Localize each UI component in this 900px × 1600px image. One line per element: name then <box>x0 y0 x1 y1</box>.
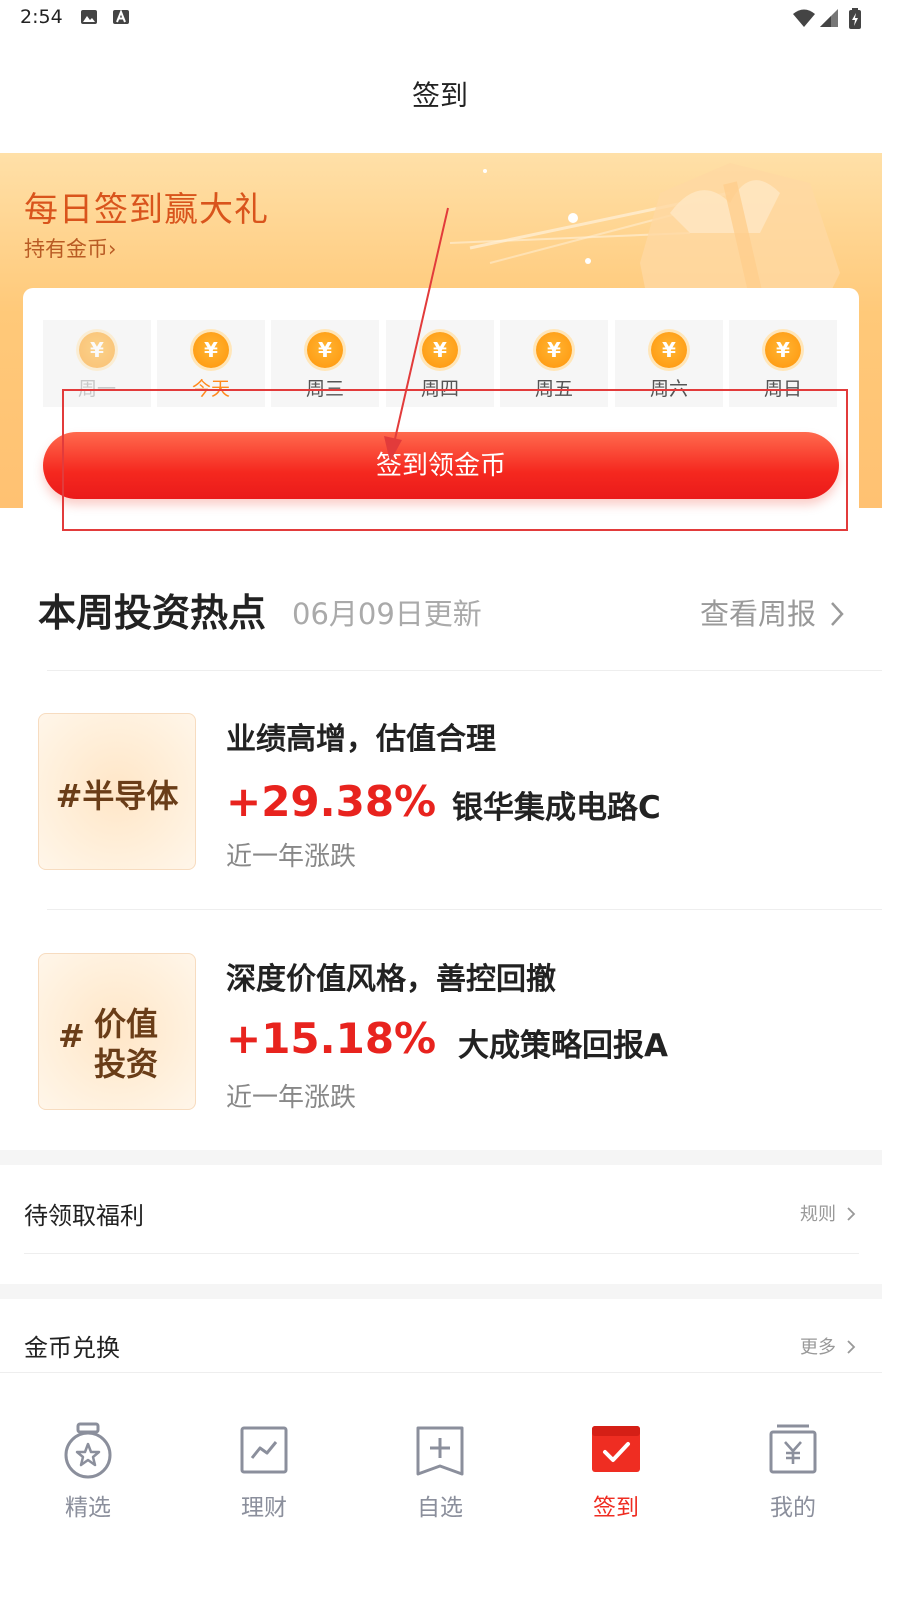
fund-return-rate: +29.38% <box>226 777 437 826</box>
section-separator <box>0 1150 882 1165</box>
more-link[interactable]: 更多 <box>800 1333 856 1359</box>
fund-name: 银华集成电路C <box>452 790 661 826</box>
coin-icon: ¥ <box>651 332 687 368</box>
more-link-label: 更多 <box>800 1337 836 1358</box>
coin-icon: ¥ <box>307 332 343 368</box>
wifi-icon <box>793 9 815 27</box>
status-time: 2:54 <box>20 6 63 28</box>
chevron-right-icon: › <box>108 237 117 261</box>
image-notification-icon <box>81 10 97 24</box>
coin-icon: ¥ <box>765 332 801 368</box>
chevron-right-icon <box>847 1340 856 1354</box>
coin-icon: ¥ <box>193 332 229 368</box>
fund-return-rate: +15.18% <box>226 1014 437 1063</box>
section-separator <box>0 1284 882 1299</box>
battery-charging-icon <box>849 8 861 29</box>
tag-hash: # <box>58 1017 85 1055</box>
tab-mine[interactable]: 我的 <box>733 1422 853 1522</box>
page-title: 签到 <box>411 79 468 112</box>
fund-slogan: 深度价值风格，善控回撤 <box>226 962 556 997</box>
calendar-check-icon <box>592 1426 640 1472</box>
coin-exchange-title: 金币兑换 <box>24 1334 120 1362</box>
divider <box>24 1253 859 1254</box>
tab-sign-in[interactable]: 签到 <box>556 1422 676 1522</box>
tab-label: 我的 <box>770 1495 816 1521</box>
chart-board-icon <box>240 1426 288 1474</box>
tab-label: 理财 <box>241 1495 287 1521</box>
fund-name: 大成策略回报A <box>458 1028 668 1064</box>
tab-label: 自选 <box>417 1495 463 1521</box>
tab-label: 精选 <box>65 1495 111 1521</box>
view-weekly-report-link[interactable]: 查看周报 <box>700 591 845 633</box>
tag-hash: # <box>55 777 83 815</box>
topic-tag-value-investing: # 价值 投资 <box>38 953 196 1110</box>
chevron-right-icon <box>847 1207 856 1221</box>
signal-icon <box>820 9 838 27</box>
status-bar: 2:54 <box>0 0 900 36</box>
medal-star-icon <box>64 1422 112 1479</box>
view-weekly-report-label: 查看周报 <box>700 597 817 631</box>
topic-tag-semiconductor: #半导体 <box>38 713 196 870</box>
chevron-right-icon <box>831 602 844 626</box>
fund-slogan: 业绩高增，估值合理 <box>226 722 496 757</box>
fund-return-caption: 近一年涨跌 <box>226 1083 357 1113</box>
hot-section-date: 06月09日更新 <box>292 597 482 631</box>
tag-label-line2: 投资 <box>94 1045 159 1083</box>
tag-label: 半导体 <box>82 777 179 815</box>
add-bookmark-icon <box>416 1426 464 1476</box>
rules-link[interactable]: 规则 <box>800 1200 856 1226</box>
tab-watchlist[interactable]: 自选 <box>380 1422 500 1522</box>
banner-title: 每日签到赢大礼 <box>24 190 269 230</box>
tab-wealth[interactable]: 理财 <box>204 1422 324 1522</box>
tab-featured[interactable]: 精选 <box>28 1422 148 1522</box>
coin-icon: ¥ <box>536 332 572 368</box>
coins-held-label: 持有金币 <box>24 237 108 261</box>
fund-return-caption: 近一年涨跌 <box>226 842 357 872</box>
yen-wallet-icon <box>769 1424 817 1474</box>
annotation-arrow-icon <box>384 207 449 462</box>
pending-welfare-title: 待领取福利 <box>24 1202 144 1230</box>
hot-section-title: 本周投资热点 <box>38 591 267 635</box>
coins-held-link[interactable]: 持有金币› <box>24 233 116 263</box>
coin-icon: ¥ <box>79 332 115 368</box>
rules-link-label: 规则 <box>800 1204 836 1225</box>
tab-label: 签到 <box>593 1495 639 1521</box>
keyboard-notification-icon <box>113 9 129 24</box>
